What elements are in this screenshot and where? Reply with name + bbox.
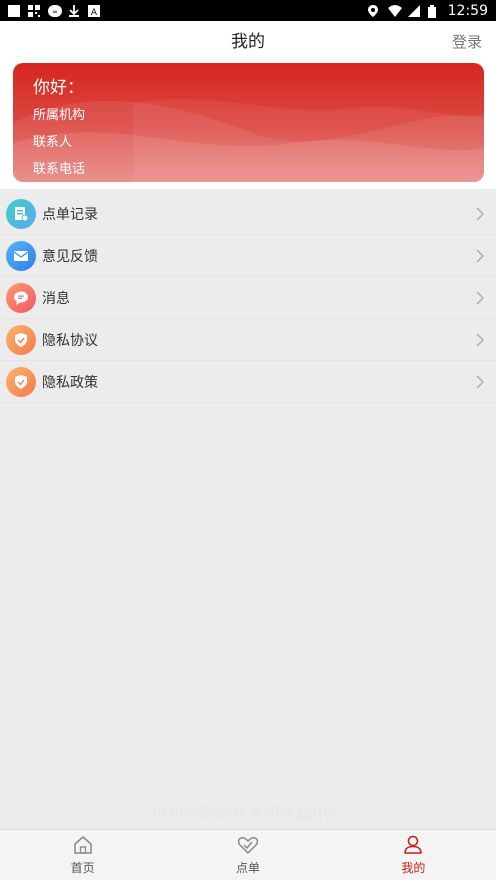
contact-label: 联系人 — [33, 135, 73, 150]
signal-icon — [407, 4, 420, 17]
nav-label: 点单 — [235, 861, 260, 875]
menu-item-message[interactable]: 消息 — [0, 277, 496, 319]
nav-label: 我的 — [401, 861, 426, 875]
status-time: 12:59 — [447, 2, 488, 19]
menu-item-label: 意见反馈 — [42, 248, 98, 265]
bottom-nav: 首页 点单 我的 — [0, 829, 496, 880]
download-icon — [68, 4, 80, 17]
login-button[interactable]: 登录 — [452, 21, 482, 63]
menu-item-label: 隐私政策 — [42, 374, 98, 391]
nav-label: 首页 — [70, 861, 95, 875]
chevron-right-icon — [476, 249, 484, 263]
footer-watermark: 忻州市新时代文明实践中心 — [151, 804, 344, 823]
wifi-icon — [387, 4, 402, 17]
profile-card-container: 你好： 所属机构 联系人 联系电话 — [0, 63, 496, 189]
menu-item-label: 点单记录 — [42, 206, 98, 223]
chevron-right-icon — [476, 291, 484, 305]
nav-item-order[interactable]: 点单 — [165, 830, 330, 880]
menu-item-label: 隐私协议 — [42, 332, 98, 349]
organization-label: 所属机构 — [33, 108, 86, 123]
chevron-right-icon — [476, 375, 484, 389]
app-header: 我的 登录 — [0, 21, 496, 63]
order-icon — [237, 837, 259, 854]
infinity-notification-icon: ∞ — [48, 4, 62, 17]
location-icon — [367, 4, 380, 17]
menu-item-privacy-agreement[interactable]: 隐私协议 — [0, 319, 496, 361]
qr-notification-icon — [28, 4, 40, 17]
nav-item-home[interactable]: 首页 — [0, 830, 165, 880]
app-notification-icon: A — [88, 4, 100, 18]
message-icon — [6, 282, 36, 313]
status-bar-right: 12:59 — [367, 2, 488, 19]
menu-item-privacy-policy[interactable]: 隐私政策 — [0, 361, 496, 403]
profile-card: 你好： 所属机构 联系人 联系电话 — [13, 63, 484, 182]
greeting-text: 你好： — [33, 78, 84, 98]
chevron-right-icon — [476, 207, 484, 221]
privacy-policy-icon — [6, 366, 36, 397]
phone-label: 联系电话 — [33, 162, 86, 177]
menu-item-label: 消息 — [42, 290, 70, 307]
menu-item-order-record[interactable]: 点单记录 — [0, 193, 496, 235]
status-bar-left: ∞ A — [8, 4, 100, 18]
feedback-icon — [6, 240, 36, 271]
home-icon — [73, 836, 92, 854]
menu-list: 点单记录 意见反馈 消息 隐私协议 隐私政策 — [0, 193, 496, 403]
square-notification-icon — [8, 4, 20, 17]
status-bar: ∞ A 12:59 — [0, 0, 496, 21]
svg-text:A: A — [91, 8, 98, 17]
svg-text:∞: ∞ — [52, 8, 58, 16]
battery-icon — [427, 4, 440, 18]
nav-item-mine[interactable]: 我的 — [331, 830, 496, 880]
menu-item-feedback[interactable]: 意见反馈 — [0, 235, 496, 277]
user-icon — [404, 835, 423, 854]
order-record-icon — [6, 198, 36, 229]
chevron-right-icon — [476, 333, 484, 347]
privacy-agreement-icon — [6, 324, 36, 355]
page-title: 我的 — [231, 32, 265, 52]
